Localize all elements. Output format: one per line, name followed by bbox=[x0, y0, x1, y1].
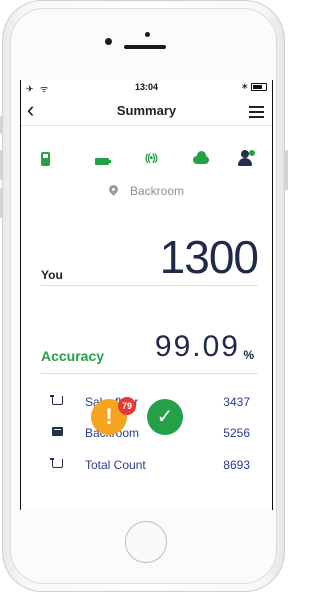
row-value: 8693 bbox=[223, 458, 250, 472]
warnings-badge: 79 bbox=[118, 397, 136, 415]
app-screen: ✈ ᯤ 13:04 ∗ ‹ Summary ((•)) Backroom You… bbox=[20, 80, 273, 510]
front-camera bbox=[105, 38, 112, 45]
location-label: Backroom bbox=[21, 183, 272, 198]
cart-icon bbox=[50, 395, 63, 405]
volume-down-button bbox=[0, 188, 3, 218]
nav-bar: ‹ Summary bbox=[21, 95, 272, 125]
confirm-button[interactable]: ✓ bbox=[147, 399, 183, 435]
mute-switch bbox=[0, 116, 3, 134]
nav-divider bbox=[21, 125, 272, 126]
count-row-total[interactable]: Total Count 8693 bbox=[21, 456, 272, 474]
volume-up-button bbox=[0, 150, 3, 180]
user-icon[interactable] bbox=[238, 150, 255, 167]
home-button[interactable] bbox=[125, 521, 167, 563]
accuracy-value: 99.09 bbox=[154, 330, 240, 363]
status-bar: ✈ ᯤ 13:04 ∗ bbox=[21, 80, 272, 95]
divider bbox=[41, 373, 258, 374]
row-label: Total Count bbox=[85, 458, 146, 472]
bluetooth-icon: ∗ bbox=[240, 81, 249, 91]
row-value: 3437 bbox=[223, 395, 250, 409]
battery-icon bbox=[95, 158, 111, 165]
menu-icon[interactable] bbox=[249, 106, 264, 121]
page-title: Summary bbox=[116, 103, 177, 118]
proximity-sensor bbox=[145, 32, 150, 37]
location-text: Backroom bbox=[129, 184, 185, 198]
row-value: 5256 bbox=[223, 426, 250, 440]
you-count: 1300 bbox=[159, 231, 259, 283]
divider bbox=[41, 285, 258, 286]
device-status-icons: ((•)) bbox=[21, 150, 272, 174]
count-row-salesfloor[interactable]: Salesfloor 3437 bbox=[21, 393, 272, 411]
accuracy-unit: % bbox=[243, 348, 254, 362]
you-label: You bbox=[41, 268, 63, 282]
power-button bbox=[285, 150, 288, 190]
earpiece-speaker bbox=[124, 45, 166, 49]
signal-icon: ((•)) bbox=[145, 153, 158, 164]
cart-icon bbox=[50, 458, 63, 468]
location-pin-icon bbox=[107, 183, 120, 196]
accuracy-label: Accuracy bbox=[41, 348, 105, 364]
cloud-icon bbox=[193, 151, 209, 164]
box-icon bbox=[52, 427, 63, 436]
count-row-backroom[interactable]: Backroom 5256 bbox=[21, 424, 272, 442]
status-right: ∗ bbox=[241, 81, 267, 92]
battery-status-icon bbox=[251, 82, 267, 91]
status-time: 13:04 bbox=[134, 82, 159, 92]
scanner-icon bbox=[41, 152, 50, 166]
